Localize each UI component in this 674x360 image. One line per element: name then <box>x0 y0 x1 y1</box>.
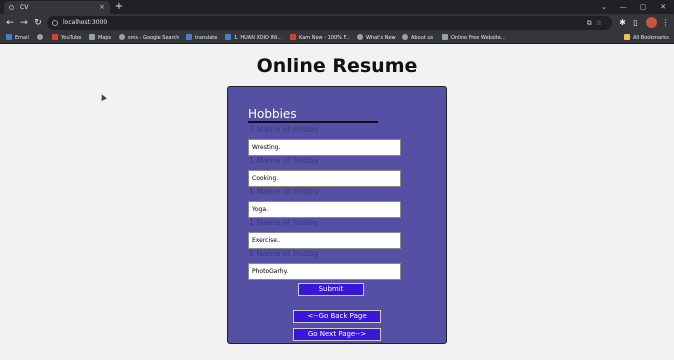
youtube-icon <box>52 34 58 40</box>
hobby-label: 1 Name of Hobby <box>249 125 319 134</box>
menu-icon[interactable]: ⋮ <box>660 17 671 29</box>
globe-icon <box>37 34 43 40</box>
mail-icon <box>290 34 296 40</box>
section-title: Hobbies <box>248 107 297 121</box>
site-info-icon[interactable] <box>52 20 58 26</box>
hobby-label: 1 Name of Hobby <box>249 187 319 196</box>
bookmark-item[interactable]: YouTube <box>52 32 81 44</box>
folder-icon <box>624 34 630 40</box>
maps-icon <box>89 34 95 40</box>
hobby-label: 1 Name of Hobby <box>249 218 319 227</box>
bookmark-icon <box>6 34 12 40</box>
star-icon[interactable]: ⧉☆ <box>587 16 606 30</box>
page-content: Online Resume Hobbies 1 Name of Hobby 1 … <box>0 44 674 360</box>
maximize-button[interactable]: ▢ <box>634 0 652 14</box>
close-window-button[interactable]: ✕ <box>654 0 672 14</box>
hobbies-form: Hobbies 1 Name of Hobby 1 Name of Hobby … <box>227 86 447 344</box>
globe-icon <box>9 5 14 10</box>
tab-title: CV <box>20 4 29 11</box>
globe-icon <box>357 34 363 40</box>
forward-arrow-icon[interactable]: → <box>18 17 30 29</box>
globe-icon <box>402 34 408 40</box>
hobby-input-4[interactable] <box>248 232 401 249</box>
google-icon <box>119 34 125 40</box>
hobby-input-1[interactable] <box>248 139 401 156</box>
mouse-cursor-icon <box>99 93 107 101</box>
page-icon <box>442 34 448 40</box>
tab-cv[interactable]: CV × <box>4 1 110 14</box>
extensions-icon[interactable]: ✱ <box>617 17 628 29</box>
chevron-down-icon[interactable]: ⌄ <box>595 0 613 14</box>
title-underline <box>248 121 378 123</box>
new-tab-button[interactable]: + <box>113 0 125 14</box>
hobby-label: 1 Name of Hobby <box>249 249 319 258</box>
back-arrow-icon[interactable]: ← <box>4 17 16 29</box>
bookmark-item[interactable]: Kam New - 100% F... <box>290 32 350 44</box>
cloud-icon <box>225 34 231 40</box>
bookmark-item[interactable]: What's New <box>357 32 396 44</box>
hobby-input-5[interactable] <box>248 263 401 280</box>
url-text: localhost:3000 <box>63 19 108 26</box>
bookmark-item[interactable]: sms - Google Search <box>119 32 179 44</box>
bookmark-item[interactable]: Online Free Website... <box>442 32 506 44</box>
bookmark-item[interactable]: 1. HUAN XOIO INI... <box>225 32 282 44</box>
bookmark-item[interactable] <box>37 32 46 44</box>
submit-button[interactable]: Submit <box>298 283 364 296</box>
bookmark-item[interactable]: translate <box>186 32 217 44</box>
hobby-input-2[interactable] <box>248 170 401 187</box>
reload-icon[interactable]: ↻ <box>32 17 44 29</box>
bookmark-item[interactable]: Maps <box>89 32 111 44</box>
go-next-button[interactable]: Go Next Page--> <box>293 328 381 341</box>
bookmark-item[interactable]: About us <box>402 32 433 44</box>
hobby-label: 1 Name of Hobby <box>249 156 319 165</box>
page-title: Online Resume <box>256 55 418 77</box>
minimize-button[interactable]: — <box>614 0 632 14</box>
close-tab-icon[interactable]: × <box>99 1 105 14</box>
bookmark-item[interactable]: Email <box>6 32 29 44</box>
browser-toolbar: ← → ↻ localhost:3000 ⧉☆ ✱ ▯ ⋮ <box>0 14 674 32</box>
bookmarks-bar: Email YouTube Maps sms - Google Search t… <box>0 32 674 44</box>
all-bookmarks[interactable]: All Bookmarks <box>624 32 669 44</box>
address-bar[interactable]: localhost:3000 ⧉☆ <box>47 16 612 30</box>
avatar[interactable] <box>646 17 657 28</box>
hobby-input-3[interactable] <box>248 201 401 218</box>
side-panel-icon[interactable]: ▯ <box>630 17 641 29</box>
translate-icon <box>186 34 192 40</box>
go-back-button[interactable]: <--Go Back Page <box>293 310 381 323</box>
tab-strip: CV × + ⌄ — ▢ ✕ <box>0 0 674 14</box>
